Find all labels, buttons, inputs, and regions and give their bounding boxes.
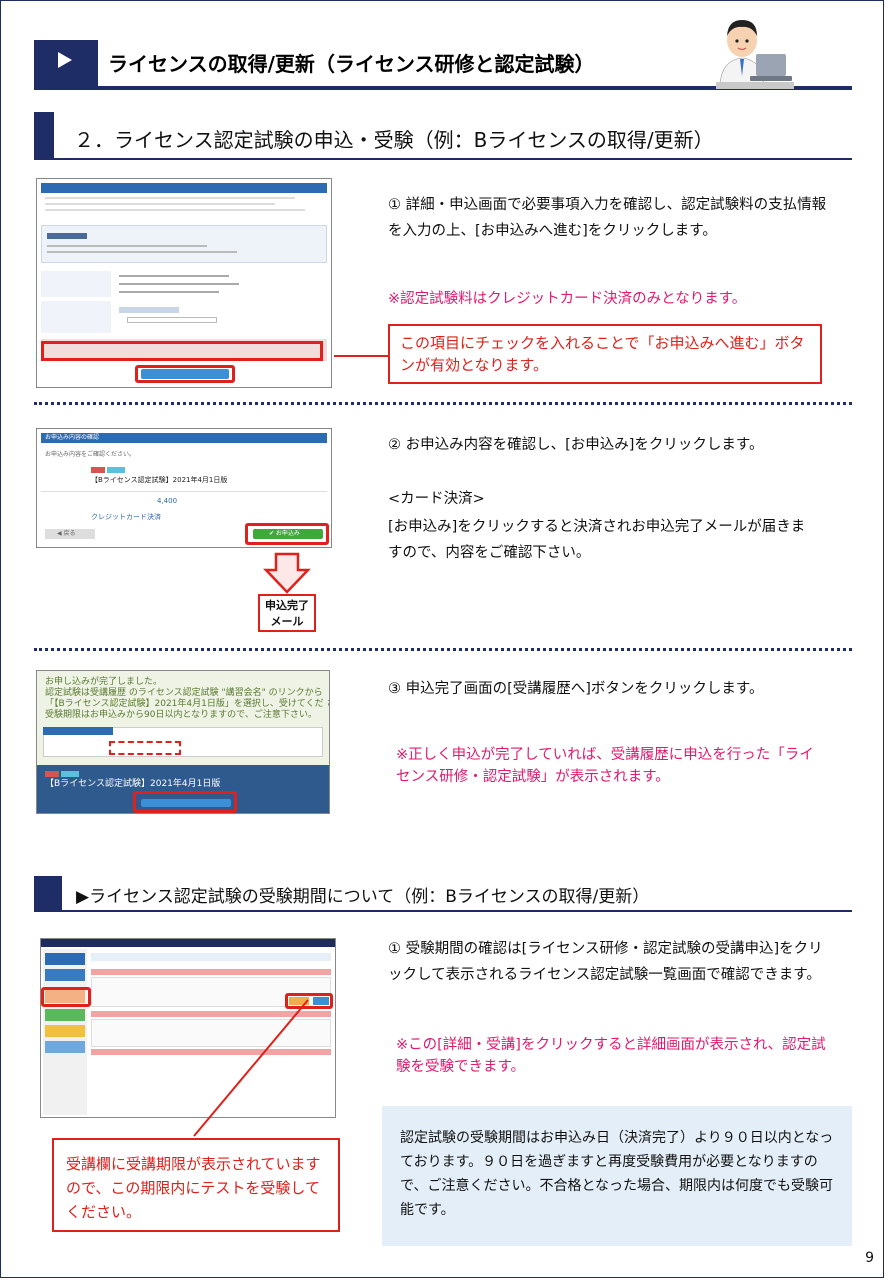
section-marker xyxy=(34,876,62,912)
section-2-note: ※この[詳細・受講]をクリックすると詳細画面が表示され、認定試験を受験できます。 xyxy=(396,1037,826,1075)
section-2-callout: 受講欄に受講期限が表示されていますので、この期限内にテストを受験してください。 xyxy=(52,1138,340,1232)
page-number: 9 xyxy=(865,1250,874,1266)
application-form-screenshot xyxy=(36,178,332,388)
info-box: 認定試験の受験期間はお申込み日（決済完了）より９０日以内となっております。９０日… xyxy=(382,1106,852,1246)
mock-line-2: 認定試験は受講履歴 のライセンス認定試験 "講習会名" のリンクから xyxy=(45,688,323,698)
divider xyxy=(34,402,852,405)
mail-label-2: メール xyxy=(270,615,304,628)
person-laptop-illustration xyxy=(716,20,794,89)
step-1-note: ※認定試験料はクレジットカード決済のみとなります。 xyxy=(388,291,747,307)
section-marker xyxy=(34,112,54,160)
step-1-callout-text: この項目にチェックを入れることで「お申込みへ進む」ボタンが有効となります。 xyxy=(400,334,805,374)
step-3-text: ③ 申込完了画面の[受講履歴へ]ボタンをクリックします。 xyxy=(388,681,764,697)
section-2-callout-text: 受講欄に受講期限が表示されていますので、この期限内にテストを受験してください。 xyxy=(66,1155,321,1221)
mock-course-text: 【Bライセンス認定試験】2021年4月1日版 xyxy=(45,779,221,789)
mock-confirm-text: お申込み内容をご確認ください。 xyxy=(45,451,136,458)
completion-screenshot: お申し込みが完了しました。 認定試験は受講履歴 のライセンス認定試験 "講習会名… xyxy=(36,670,330,814)
callout-connector xyxy=(193,999,309,1137)
mock-price-text: 4,400 xyxy=(157,497,178,505)
step-2-text: ② お申込み内容を確認し、[お申込み]をクリックします。 xyxy=(388,437,764,453)
mock-line-1: お申し込みが完了しました。 xyxy=(45,677,163,687)
header-title: ライセンスの取得/更新（ライセンス研修と認定試験） xyxy=(108,52,595,76)
card-heading: <カード決済> xyxy=(388,491,485,507)
mail-label-box: 申込完了 メール xyxy=(258,594,316,632)
divider xyxy=(34,648,852,651)
step-1-text: ① 詳細・申込画面で必要事項入力を確認し、認定試験料の支払情報を入力の上、[お申… xyxy=(388,197,827,239)
section-2-rule xyxy=(62,910,852,912)
section-2-text: ① 受験期間の確認は[ライセンス研修・認定試験の受講申込]をクリックして表示され… xyxy=(388,941,823,983)
card-text: [お申込み]をクリックすると決済されお申込完了メールが届きますので、内容をご確認… xyxy=(388,519,806,561)
mock-course-text: 【Bライセンス認定試験】2021年4月1日版 xyxy=(91,476,228,484)
confirm-screenshot: お申込み内容の確認 お申込み内容をご確認ください。 【Bライセンス認定試験】20… xyxy=(36,428,332,548)
arrow-down-icon xyxy=(263,552,311,594)
mock-header-text: お申込み内容の確認 xyxy=(45,434,100,441)
info-text: 認定試験の受験期間はお申込み日（決済完了）より９０日以内となっております。９０日… xyxy=(400,1130,834,1218)
mock-payment-text: クレジットカード決済 xyxy=(91,513,161,521)
section-1-rule xyxy=(54,158,852,160)
section-1-title: ２．ライセンス認定試験の申込・受験（例：Bライセンスの取得/更新） xyxy=(74,128,714,152)
mock-line-4: 受験期限はお申込みから90日以内となりますので、ご注意下さい。 xyxy=(45,710,317,720)
section-2-title: ▶ライセンス認定試験の受験期間について（例：Bライセンスの取得/更新） xyxy=(76,887,650,907)
mail-label-1: 申込完了 xyxy=(265,599,309,612)
mock-line-3: 「【Bライセンス認定試験】2021年4月1日版」を選択し、受けてくだ さい。 xyxy=(45,699,330,709)
mock-back-button: ◀ 戻る xyxy=(57,530,76,537)
step-1-callout: この項目にチェックを入れることで「お申込みへ進む」ボタンが有効となります。 xyxy=(388,324,822,384)
play-icon xyxy=(58,52,72,68)
callout-connector xyxy=(334,355,390,357)
step-3-note: ※正しく申込が完了していれば、受講履歴に申込を行った「ライセンス研修・認定試験」… xyxy=(396,747,814,785)
